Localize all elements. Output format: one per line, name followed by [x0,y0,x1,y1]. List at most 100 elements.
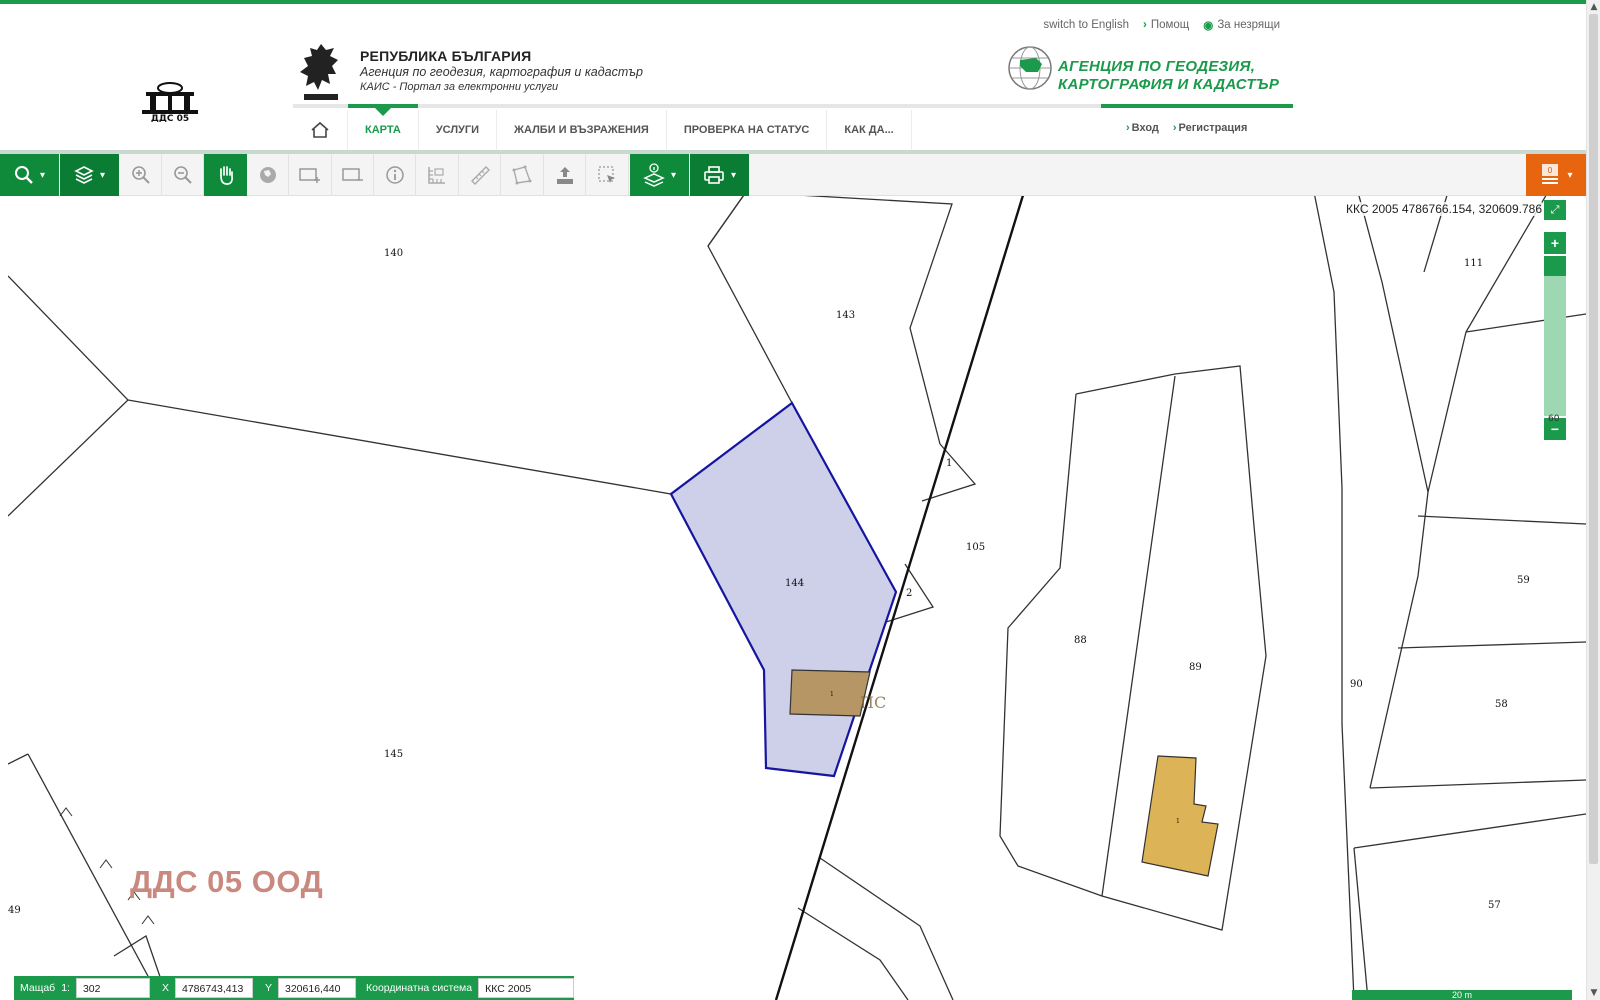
measure-grid-icon [428,167,445,184]
parcel-label: 1 [946,458,952,469]
scrollbar-thumb[interactable] [1589,14,1598,864]
parcel-label: 58 [1495,699,1508,710]
parcel-boundary [1427,331,1467,493]
parcel-boundary [1353,813,1586,849]
parcel-boundary [797,907,909,1000]
y-coordinate-field[interactable]: 320616,440 [278,978,356,998]
pan-tool-button[interactable] [204,154,247,196]
document-stack-icon: 0 [1542,164,1559,184]
layers-icon [74,166,94,184]
search-tool-button[interactable]: ▾ [0,154,59,196]
y-label: Y [264,982,272,994]
building-label: 1 [1176,818,1180,825]
crs-select[interactable]: ККС 2005 [478,978,575,998]
brand-title: РЕПУБЛИКА БЪЛГАРИЯ [360,48,532,64]
scroll-down-icon[interactable]: ▼ [1587,986,1600,1000]
crs-label: Координатна система [366,982,473,994]
expand-map-button[interactable]: ⤢ [1544,200,1566,220]
upload-button[interactable] [544,154,586,196]
chevron-right-icon: › [1126,122,1130,134]
eye-icon: ◉ [1203,20,1214,32]
select-area-button[interactable] [586,154,629,196]
dds-logo-icon: ДДС 05 [142,82,198,122]
zoom-out-button[interactable] [162,154,204,196]
help-link-label: Помощ [1150,19,1190,31]
cursor-coordinates: ККС 2005 4786766.154, 320609.786 [1345,202,1542,216]
zoom-box-in-button[interactable] [289,154,332,196]
agency-globe-icon [1008,46,1052,90]
parcel-label: 90 [1350,679,1363,690]
measure-grid-button[interactable] [416,154,459,196]
zoom-box-in-icon [299,168,320,183]
ruler-icon [470,166,490,185]
register-link-label: Регистрация [1178,122,1248,134]
zoom-slider[interactable]: + − 60 [1544,232,1566,442]
upload-icon [556,167,573,184]
zoom-in-icon [131,166,150,184]
map-status-bar: Мащаб 1: 302 X 4786743,413 Y 320616,440 … [14,976,575,1000]
map-toolbar: ▾ ▾ ▾ ▾ 0 ▾ [0,154,1586,196]
parcel-boundary [707,196,744,247]
accessibility-link[interactable]: ◉ За незрящи [1203,18,1280,32]
help-link[interactable]: › Помощ [1143,18,1189,32]
chevron-down-icon: ▾ [670,169,677,181]
parcel-label: 2 [906,588,912,599]
parcel-label: 59 [1517,575,1530,586]
nav-underline [293,104,1293,108]
login-link[interactable]: › Вход [1126,122,1159,134]
parcel-boundary [127,196,793,495]
building-footprint [1141,755,1219,877]
parcel-boundary [921,443,977,502]
brand-subtitle: Агенция по геодезия, картография и кадас… [360,65,643,79]
ruler-button[interactable] [459,154,501,196]
zoom-box-out-button[interactable] [332,154,374,196]
chevron-down-icon: ▾ [99,169,106,181]
nav-status-check[interactable]: ПРОВЕРКА НА СТАТУС [667,110,828,150]
polygon-measure-icon [512,165,532,185]
agency-name-line2: КАРТОГРАФИЯ И КАДАСТЪР [1058,76,1280,93]
parcel-boundary [819,857,954,1000]
switch-language-link[interactable]: switch to English [1043,18,1129,32]
nav-how-to[interactable]: КАК ДА... [827,110,912,150]
cart-button[interactable]: 0 ▾ [1526,154,1586,196]
scale-prefix: 1: [61,982,70,994]
zoom-box-out-icon [341,168,363,181]
building-label: 1 [830,691,834,698]
zoom-track[interactable] [1544,256,1566,416]
nav-services[interactable]: УСЛУГИ [419,110,498,150]
zoom-plus-button[interactable]: + [1544,232,1566,254]
nav-home[interactable] [293,110,348,150]
page-scrollbar[interactable]: ▲ ▼ [1586,0,1600,1000]
auth-links: › Вход › Регистрация [1126,122,1247,134]
area-measure-button[interactable] [501,154,544,196]
info-tool-button[interactable] [374,154,416,196]
select-area-icon [598,166,615,183]
agency-name-line1: АГЕНЦИЯ ПО ГЕОДЕЗИЯ, [1058,58,1256,75]
parcel-boundary [8,753,29,765]
boundary-tick [99,859,113,869]
nav-complaints[interactable]: ЖАЛБИ И ВЪЗРАЖЕНИЯ [497,110,667,150]
zoom-in-button[interactable] [120,154,162,196]
parcel-boundary [1397,641,1586,649]
nav-map[interactable]: КАРТА [348,110,419,150]
boundary-tick [59,807,73,817]
globe-icon [259,167,276,183]
print-button[interactable]: ▾ [690,154,749,196]
cadastral-map[interactable]: 140 142 143 1 105 144 2 145 88 89 90 111… [8,196,1586,1000]
full-extent-button[interactable] [247,154,289,196]
scale-bar: 20 m [1352,990,1572,1000]
layers-tool-button[interactable]: ▾ [60,154,119,196]
register-link[interactable]: › Регистрация [1173,122,1247,134]
x-label: X [161,982,169,994]
scale-input[interactable]: 302 [75,978,150,998]
parcel-label: 143 [836,310,855,321]
bulgaria-crest-icon [300,44,338,100]
parcel-boundary [1358,196,1429,789]
parcel-boundary [1369,779,1586,789]
identify-layer-button[interactable]: ▾ [630,154,689,196]
scroll-up-icon[interactable]: ▲ [1587,0,1600,14]
chevron-down-icon: ▾ [730,169,737,181]
zoom-handle[interactable] [1544,256,1566,276]
parcel-label: 144 [785,578,804,589]
x-coordinate-field[interactable]: 4786743,413 [174,978,253,998]
